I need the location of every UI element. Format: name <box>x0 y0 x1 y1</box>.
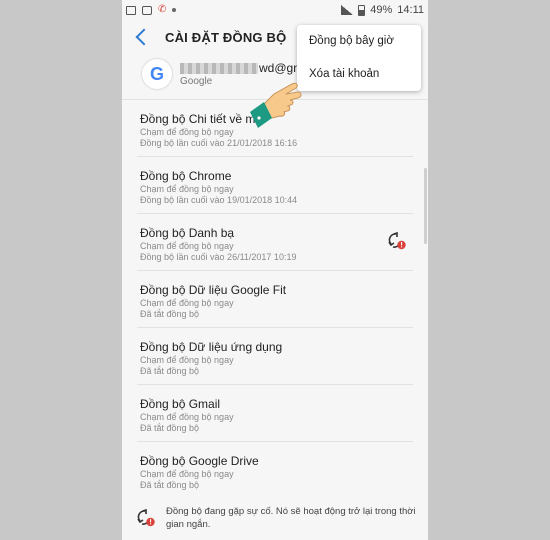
sync-item-status: Đồng bộ lần cuối vào 19/01/2018 10:44 <box>140 195 298 205</box>
sync-item-hint: Chạm để đồng bộ ngay <box>140 298 234 308</box>
sync-item-status: Đã tắt đồng bộ <box>140 366 200 376</box>
sync-item-title: Đồng bộ Chrome <box>140 169 232 183</box>
clock: 14:11 <box>397 4 424 16</box>
sync-item-google-drive[interactable]: Đồng bộ Google Drive Chạm để đồng bộ nga… <box>137 442 413 499</box>
sync-item-status: Đồng bộ lần cuối vào 26/11/2017 10:19 <box>140 252 297 262</box>
gallery-notification-icon <box>126 5 136 15</box>
sync-item-hint: Chạm để đồng bộ ngay <box>140 127 234 137</box>
sync-item-hint: Chạm để đồng bộ ngay <box>140 412 234 422</box>
scrollbar[interactable] <box>424 168 427 244</box>
pointing-hand-icon <box>250 82 302 128</box>
sync-item-hint: Chạm để đồng bộ ngay <box>140 184 234 194</box>
page-title: CÀI ĐẶT ĐỒNG BỘ <box>165 30 287 45</box>
sync-item-title: Đồng bộ Dữ liệu Google Fit <box>140 283 287 297</box>
menu-item-remove-account[interactable]: Xóa tài khoản <box>297 58 421 91</box>
sync-item-title: Đồng bộ Dữ liệu ứng dụng <box>140 340 283 354</box>
sync-item-hint: Chạm để đồng bộ ngay <box>140 241 234 251</box>
sync-item-status: Đã tắt đồng bộ <box>140 423 200 433</box>
more-notifications-icon <box>172 8 177 12</box>
sync-problem-text: Đồng bộ đang gặp sự cố. Nó sẽ hoạt động … <box>166 506 416 530</box>
signal-icon <box>341 5 354 15</box>
sync-item-title: Đồng bộ Danh bạ <box>140 226 235 240</box>
back-arrow-icon[interactable] <box>135 28 153 46</box>
sync-item-title: Đồng bộ Gmail <box>140 397 221 411</box>
battery-icon <box>358 4 366 16</box>
sync-item-contacts[interactable]: Đồng bộ Danh bạ Chạm để đồng bộ ngay Đồn… <box>137 214 413 271</box>
sync-item-status: Đồng bộ lần cuối vào 21/01/2018 16:16 <box>140 138 298 148</box>
battery-percent: 49% <box>370 4 393 16</box>
sync-item-hint: Chạm để đồng bộ ngay <box>140 469 234 479</box>
sync-error-icon <box>137 508 155 527</box>
status-bar: ✆ 49% 14:11 <box>122 0 428 20</box>
sync-item-gmail[interactable]: Đồng bộ Gmail Chạm để đồng bộ ngay Đã tắ… <box>137 385 413 442</box>
sync-problem-banner: Đồng bộ đang gặp sự cố. Nó sẽ hoạt động … <box>122 502 428 540</box>
account-provider: Google <box>180 76 213 87</box>
sync-list: Đồng bộ Chi tiết về mọi Chạm để đồng bộ … <box>122 100 428 499</box>
message-notification-icon <box>142 5 152 15</box>
sync-item-app-data[interactable]: Đồng bộ Dữ liệu ứng dụng Chạm để đồng bộ… <box>137 328 413 385</box>
sync-item-google-fit[interactable]: Đồng bộ Dữ liệu Google Fit Chạm để đồng … <box>137 271 413 328</box>
sync-item-chrome[interactable]: Đồng bộ Chrome Chạm để đồng bộ ngay Đồng… <box>137 157 413 214</box>
sync-item-hint: Chạm để đồng bộ ngay <box>140 355 234 365</box>
overflow-menu: Đồng bộ bây giờ Xóa tài khoản <box>297 25 421 91</box>
google-logo-icon: G <box>142 59 172 89</box>
sync-error-icon <box>388 231 406 250</box>
sync-item-status: Đã tắt đồng bộ <box>140 480 200 490</box>
sync-item-title: Đồng bộ Google Drive <box>140 454 259 468</box>
missed-call-icon: ✆ <box>158 4 167 15</box>
sync-item-status: Đã tắt đồng bộ <box>140 309 200 319</box>
menu-item-sync-now[interactable]: Đồng bộ bây giờ <box>297 25 421 58</box>
